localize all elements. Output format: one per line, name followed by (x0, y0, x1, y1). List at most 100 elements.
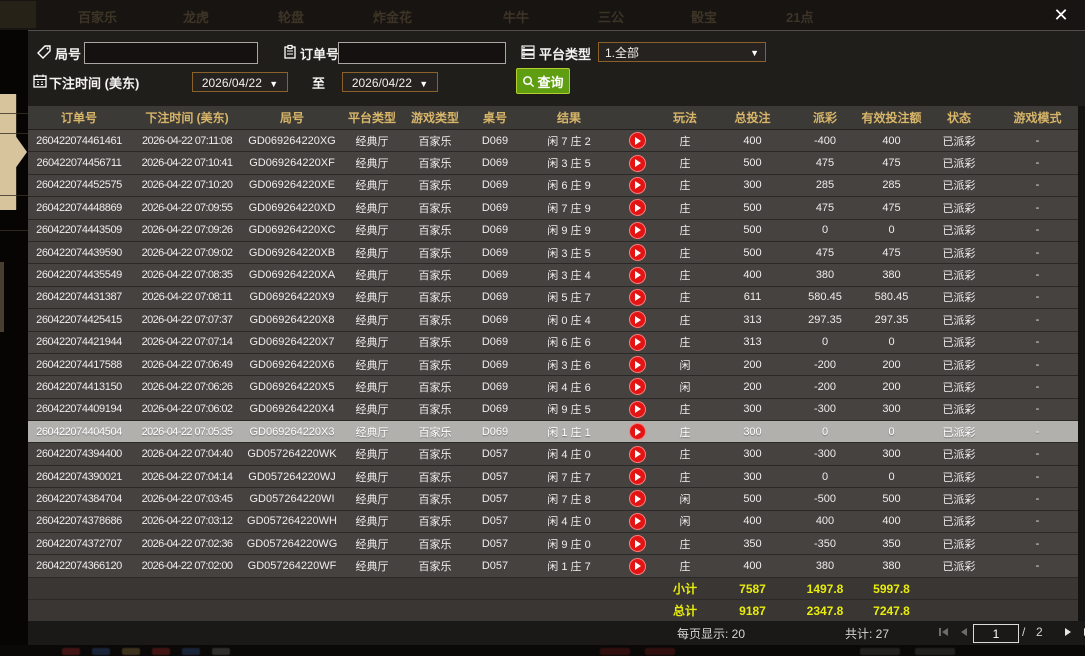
date-to-value: 2026/04/22 (352, 76, 412, 90)
table-row[interactable]: 2604220744045042026-04-22 07:05:35GD0692… (28, 421, 1085, 443)
total-pages-label: 2 (1036, 625, 1043, 639)
cell-status: 已派彩 (928, 533, 990, 555)
table-row[interactable]: 2604220743900212026-04-22 07:04:14GD0572… (28, 465, 1085, 487)
table-row[interactable]: 2604220744488692026-04-22 07:09:55GD0692… (28, 197, 1085, 219)
table-row[interactable]: 2604220744131502026-04-22 07:06:26GD0692… (28, 376, 1085, 398)
cell-payout: -200 (795, 376, 855, 398)
cell-order: 260422074372707 (28, 533, 130, 555)
table-row[interactable]: 2604220743944002026-04-22 07:04:40GD0572… (28, 443, 1085, 465)
table-row[interactable]: 2604220744567112026-04-22 07:10:41GD0692… (28, 152, 1085, 174)
date-from-select[interactable]: 2026/04/22 ▼ (192, 72, 288, 92)
cell-payout: 380 (795, 264, 855, 286)
cell-mode: - (990, 219, 1085, 241)
play-video-icon[interactable] (629, 468, 646, 485)
cell-result: 闲 3 庄 4 (524, 264, 614, 286)
table-row[interactable]: 2604220744091942026-04-22 07:06:02GD0692… (28, 398, 1085, 420)
total-label: 小计 (660, 577, 710, 599)
cell-time: 2026-04-22 07:04:40 (130, 443, 244, 465)
table-row[interactable]: 2604220744435092026-04-22 07:09:26GD0692… (28, 219, 1085, 241)
table-row[interactable]: 2604220744219442026-04-22 07:07:14GD0692… (28, 331, 1085, 353)
cell-table: D069 (466, 331, 524, 353)
play-video-icon[interactable] (629, 423, 646, 440)
table-row[interactable]: 2604220744395902026-04-22 07:09:02GD0692… (28, 241, 1085, 263)
table-row[interactable]: 2604220743727072026-04-22 07:02:36GD0572… (28, 533, 1085, 555)
scrollbar-track[interactable] (1078, 106, 1085, 624)
total-payout: 2347.8 (795, 600, 855, 622)
cell-round: GD069264220XE (244, 174, 340, 196)
chevron-down-icon: ▼ (419, 79, 428, 89)
cell-status: 已派彩 (928, 443, 990, 465)
cell-total: 200 (710, 376, 795, 398)
play-video-icon[interactable] (629, 311, 646, 328)
previous-page-icon[interactable] (956, 625, 972, 641)
play-video-icon[interactable] (629, 401, 646, 418)
play-video-icon[interactable] (629, 177, 646, 194)
play-video-icon[interactable] (629, 558, 646, 575)
table-row[interactable]: 2604220744254152026-04-22 07:07:37GD0692… (28, 309, 1085, 331)
play-video-icon[interactable] (629, 446, 646, 463)
play-video-icon[interactable] (629, 513, 646, 530)
cell-order: 260422074435549 (28, 264, 130, 286)
cell-result: 闲 4 庄 0 (524, 510, 614, 532)
cell-status: 已派彩 (928, 286, 990, 308)
close-icon[interactable]: ✕ (1049, 3, 1073, 27)
table-row[interactable]: 2604220743661202026-04-22 07:02:00GD0572… (28, 555, 1085, 577)
page-number-input[interactable] (973, 624, 1019, 643)
cell-play (614, 130, 660, 152)
play-video-icon[interactable] (629, 378, 646, 395)
column-header: 局号 (244, 106, 340, 130)
round-number-input[interactable] (84, 42, 258, 64)
cell-platform: 经典厅 (340, 376, 404, 398)
play-video-icon[interactable] (629, 244, 646, 261)
cell-order: 260422074448869 (28, 197, 130, 219)
first-page-icon[interactable] (936, 625, 952, 641)
play-video-icon[interactable] (629, 199, 646, 216)
cell-result: 闲 9 庄 9 (524, 219, 614, 241)
play-video-icon[interactable] (629, 267, 646, 284)
date-to-select[interactable]: 2026/04/22 ▼ (342, 72, 438, 92)
cell-table: D057 (466, 510, 524, 532)
platform-type-select[interactable]: 1.全部 ▼ (598, 42, 766, 62)
play-video-icon[interactable] (629, 334, 646, 351)
cell-valid: 500 (855, 488, 928, 510)
cell-order: 260422074456711 (28, 152, 130, 174)
table-row[interactable]: 2604220743786862026-04-22 07:03:12GD0572… (28, 510, 1085, 532)
play-video-icon[interactable] (629, 132, 646, 149)
play-video-icon[interactable] (629, 356, 646, 373)
page-size-label: 每页显示: 20 (677, 625, 745, 642)
cell-platform: 经典厅 (340, 174, 404, 196)
search-button[interactable]: 查询 (516, 68, 570, 94)
last-page-icon[interactable] (1080, 625, 1085, 641)
play-video-icon[interactable] (629, 535, 646, 552)
cell-payout: 475 (795, 241, 855, 263)
cell-status: 已派彩 (928, 331, 990, 353)
play-video-icon[interactable] (629, 222, 646, 239)
cell-game: 百家乐 (404, 488, 466, 510)
play-video-icon[interactable] (629, 289, 646, 306)
play-video-icon[interactable] (629, 490, 646, 507)
cell-round: GD057264220WK (244, 443, 340, 465)
order-number-input[interactable] (338, 42, 506, 64)
cell-bet: 庄 (660, 241, 710, 263)
table-row[interactable]: 2604220744525752026-04-22 07:10:20GD0692… (28, 174, 1085, 196)
cell-bet: 庄 (660, 264, 710, 286)
cell-game: 百家乐 (404, 152, 466, 174)
cell-play (614, 421, 660, 443)
table-row[interactable]: 2604220744355492026-04-22 07:08:35GD0692… (28, 264, 1085, 286)
column-header: 桌号 (466, 106, 524, 130)
cell-total: 611 (710, 286, 795, 308)
cell-platform: 经典厅 (340, 555, 404, 577)
table-row[interactable]: 2604220743847042026-04-22 07:03:45GD0572… (28, 488, 1085, 510)
cell-platform: 经典厅 (340, 197, 404, 219)
table-row[interactable]: 2604220744313872026-04-22 07:08:11GD0692… (28, 286, 1085, 308)
cell-order: 260422074413150 (28, 376, 130, 398)
play-video-icon[interactable] (629, 155, 646, 172)
next-page-icon[interactable] (1060, 625, 1076, 641)
cell-bet: 庄 (660, 398, 710, 420)
table-row[interactable]: 2604220744614612026-04-22 07:11:08GD0692… (28, 130, 1085, 152)
cell-play (614, 376, 660, 398)
platform-type-label: 平台类型 (539, 44, 591, 63)
cell-order: 260422074443509 (28, 219, 130, 241)
table-row[interactable]: 2604220744175882026-04-22 07:06:49GD0692… (28, 353, 1085, 375)
cell-bet: 庄 (660, 219, 710, 241)
